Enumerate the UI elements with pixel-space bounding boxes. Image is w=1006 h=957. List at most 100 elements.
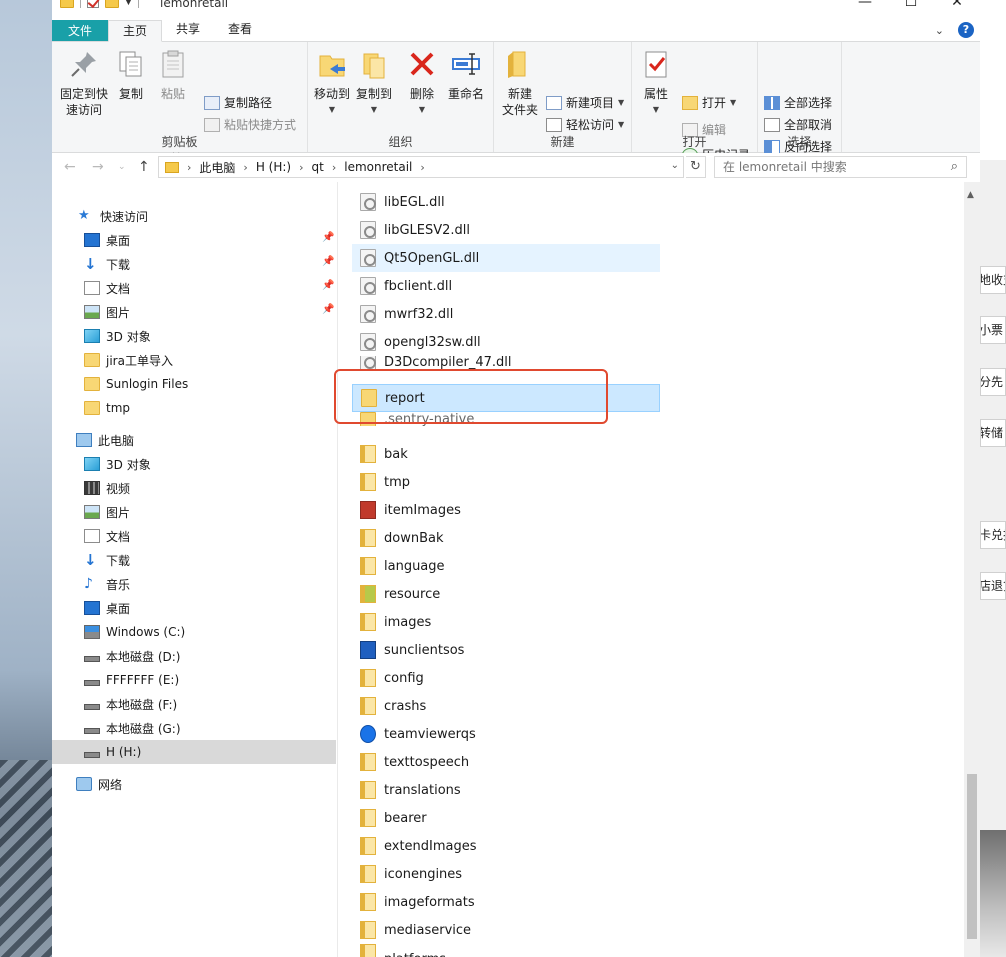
nav-this-pc[interactable]: 此电脑 — [52, 428, 336, 452]
file-item[interactable]: tmp — [352, 468, 660, 496]
nav-item-documents[interactable]: 文档 📌 — [52, 276, 336, 300]
customize-dropdown-icon[interactable]: ▼ — [125, 0, 132, 7]
chevron-right-icon[interactable]: › — [241, 161, 249, 174]
search-icon[interactable]: ⌕ — [951, 157, 958, 177]
breadcrumb-h-drive[interactable]: H (H:) — [250, 160, 297, 174]
nav-network[interactable]: 网络 — [52, 772, 336, 796]
file-item[interactable]: Qt5OpenGL.dll — [352, 244, 660, 272]
tab-file[interactable]: 文件 — [52, 20, 109, 41]
chevron-right-icon[interactable]: › — [418, 161, 426, 174]
nav-drive-c[interactable]: Windows (C:) — [52, 620, 336, 644]
nav-quick-access[interactable]: ★ 快速访问 — [52, 204, 336, 228]
file-item[interactable]: texttospeech — [352, 748, 660, 776]
file-item[interactable]: mwrf32.dll — [352, 300, 660, 328]
nav-item-jira[interactable]: jira工单导入 — [52, 348, 336, 372]
search-input[interactable]: 在 lemonretail 中搜索 ⌕ — [714, 156, 967, 178]
nav-pc-pictures[interactable]: 图片 — [52, 500, 336, 524]
nav-drive-d[interactable]: 本地磁盘 (D:) — [52, 644, 336, 668]
tab-home[interactable]: 主页 — [108, 20, 163, 42]
pin-icon[interactable]: 📌 — [322, 256, 334, 267]
vertical-scrollbar[interactable]: ▲ — [964, 182, 980, 957]
tab-share[interactable]: 共享 — [162, 16, 214, 41]
file-item[interactable]: extendImages — [352, 832, 660, 860]
scrollbar-thumb[interactable] — [967, 774, 977, 939]
rename-button[interactable]: 重命名 — [444, 48, 488, 102]
breadcrumb-this-pc[interactable]: 此电脑 — [193, 159, 241, 176]
up-button[interactable]: ↑ — [138, 159, 150, 175]
copy-button[interactable]: 复制 — [114, 48, 148, 102]
back-button[interactable]: ← — [64, 159, 76, 175]
address-dropdown-icon[interactable]: ⌄ — [671, 160, 679, 171]
minimize-button[interactable]: — — [842, 0, 888, 10]
new-item-button[interactable]: 新建项目 ▼ — [546, 94, 624, 111]
file-item[interactable]: fbclient.dll — [352, 272, 660, 300]
paste-button[interactable]: 粘贴 — [156, 48, 190, 102]
refresh-button[interactable]: ↻ — [686, 156, 706, 178]
move-to-button[interactable]: 移动到 ▼ — [312, 48, 352, 118]
file-item[interactable]: itemImages — [352, 496, 660, 524]
file-item[interactable]: config — [352, 664, 660, 692]
breadcrumb-qt[interactable]: qt — [306, 160, 330, 174]
nav-pc-documents[interactable]: 文档 — [52, 524, 336, 548]
recent-locations-dropdown[interactable]: ⌄ — [118, 162, 126, 172]
file-item[interactable]: downBak — [352, 524, 660, 552]
file-item[interactable]: imageformats — [352, 888, 660, 916]
nav-item-pictures[interactable]: 图片 📌 — [52, 300, 336, 324]
new-folder-button[interactable]: 新建 文件夹 — [500, 48, 540, 118]
properties-button[interactable]: 属性 ▼ — [638, 48, 674, 118]
nav-item-3d-objects[interactable]: 3D 对象 — [52, 324, 336, 348]
file-item[interactable]: .sentry-native — [352, 412, 660, 426]
expand-ribbon-icon[interactable]: ⌄ — [935, 24, 944, 37]
open-button[interactable]: 打开 ▼ — [682, 94, 736, 111]
nav-drive-f[interactable]: 本地磁盘 (F:) — [52, 692, 336, 716]
easy-access-button[interactable]: 轻松访问 ▼ — [546, 116, 624, 133]
file-item[interactable]: mediaservice — [352, 916, 660, 944]
file-item[interactable]: opengl32sw.dll — [352, 328, 660, 356]
file-item[interactable]: libGLESV2.dll — [352, 216, 660, 244]
new-folder-icon[interactable] — [105, 0, 119, 8]
close-button[interactable]: ✕ — [934, 0, 980, 10]
pin-icon[interactable]: 📌 — [322, 232, 334, 243]
chevron-right-icon[interactable]: › — [330, 161, 338, 174]
nav-pc-music[interactable]: ♪ 音乐 — [52, 572, 336, 596]
nav-pc-videos[interactable]: 视频 — [52, 476, 336, 500]
delete-button[interactable]: 删除 ▼ — [406, 48, 438, 118]
select-none-button[interactable]: 全部取消 — [764, 116, 832, 133]
chevron-right-icon[interactable]: › — [297, 161, 305, 174]
copy-path-button[interactable]: 复制路径 — [204, 94, 272, 111]
file-item[interactable]: translations — [352, 776, 660, 804]
properties-check-icon[interactable] — [87, 0, 99, 8]
nav-pc-3d-objects[interactable]: 3D 对象 — [52, 452, 336, 476]
file-item[interactable]: D3Dcompiler_47.dll — [352, 356, 660, 370]
address-bar[interactable]: › 此电脑 › H (H:) › qt › lemonretail › ⌄ — [158, 156, 684, 178]
file-item[interactable]: platforms — [352, 944, 660, 957]
file-item[interactable]: sunclientsos — [352, 636, 660, 664]
nav-item-tmp[interactable]: tmp — [52, 396, 336, 420]
nav-item-desktop[interactable]: 桌面 📌 — [52, 228, 336, 252]
file-item[interactable]: iconengines — [352, 860, 660, 888]
paste-shortcut-button[interactable]: 粘贴快捷方式 — [204, 116, 296, 133]
nav-drive-h[interactable]: H (H:) — [52, 740, 336, 764]
nav-pc-downloads[interactable]: ↓ 下载 — [52, 548, 336, 572]
file-item[interactable]: crashs — [352, 692, 660, 720]
help-icon[interactable]: ? — [958, 22, 974, 38]
tab-view[interactable]: 查看 — [214, 16, 266, 41]
pin-quick-access-button[interactable]: 固定到快 速访问 — [58, 48, 110, 118]
forward-button[interactable]: → — [92, 159, 104, 175]
nav-item-downloads[interactable]: ↓ 下载 📌 — [52, 252, 336, 276]
maximize-button[interactable]: ☐ — [888, 0, 934, 10]
pin-icon[interactable]: 📌 — [322, 304, 334, 315]
file-item[interactable]: libEGL.dll — [352, 188, 660, 216]
copy-to-button[interactable]: 复制到 ▼ — [354, 48, 394, 118]
select-all-button[interactable]: 全部选择 — [764, 94, 832, 111]
file-item[interactable]: teamviewerqs — [352, 720, 660, 748]
file-item[interactable]: bearer — [352, 804, 660, 832]
file-item-selected[interactable]: report — [352, 384, 660, 412]
file-item[interactable]: bak — [352, 440, 660, 468]
file-item[interactable]: images — [352, 608, 660, 636]
nav-item-sunlogin[interactable]: Sunlogin Files — [52, 372, 336, 396]
pin-icon[interactable]: 📌 — [322, 280, 334, 291]
file-item[interactable]: resource — [352, 580, 660, 608]
breadcrumb-lemonretail[interactable]: lemonretail — [338, 160, 418, 174]
nav-drive-e[interactable]: FFFFFFF (E:) — [52, 668, 336, 692]
